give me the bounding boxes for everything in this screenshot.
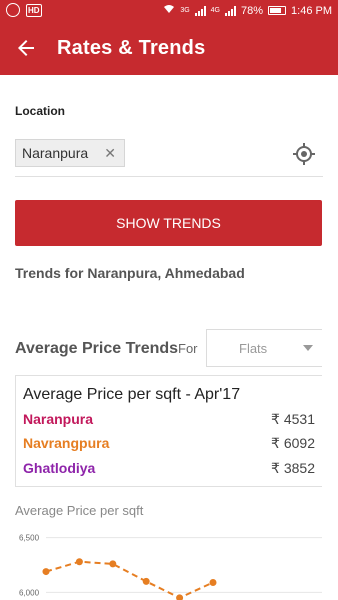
show-trends-button[interactable]: SHOW TRENDS <box>15 200 322 246</box>
clock: 1:46 PM <box>291 4 332 17</box>
y-tick-label: 6,500 <box>19 534 40 543</box>
whatsapp-icon <box>6 3 20 17</box>
app-bar: Rates & Trends <box>0 22 338 75</box>
chevron-down-icon <box>303 345 313 351</box>
locality-price: ₹ 3852 <box>271 460 315 476</box>
network-4g-label: 4G <box>210 7 220 14</box>
battery-icon <box>268 6 287 15</box>
locality-row: Naranpura ₹ 4531 <box>23 411 315 433</box>
status-bar: HD 3G 4G 78% 1:46 PM <box>0 0 338 22</box>
price-trend-chart: 6,500 6,000 <box>19 534 322 600</box>
locality-name: Naranpura <box>23 411 94 427</box>
close-icon[interactable]: ✕ <box>104 145 116 162</box>
location-divider <box>15 176 323 177</box>
locality-name: Navrangpura <box>23 435 110 451</box>
data-point[interactable] <box>142 577 150 585</box>
price-per-sqft-card: Average Price per sqft - Apr'17 Naranpur… <box>15 375 322 487</box>
network-3g-label: 3G <box>180 7 190 14</box>
data-point[interactable] <box>75 558 83 566</box>
card-title: Average Price per sqft - Apr'17 <box>23 386 241 403</box>
hd-icon: HD <box>26 3 42 17</box>
signal-icon <box>194 5 206 16</box>
battery-percent: 78% <box>241 4 264 17</box>
locality-row: Navrangpura ₹ 6092 <box>23 435 315 457</box>
data-point[interactable] <box>42 568 50 576</box>
signal-icon-2 <box>225 5 236 16</box>
location-chip[interactable]: Naranpura ✕ <box>15 139 125 167</box>
wifi-icon <box>163 4 175 17</box>
location-label: Location <box>15 104 65 118</box>
locality-price: ₹ 6092 <box>271 435 315 451</box>
back-arrow-icon[interactable] <box>14 36 38 60</box>
y-tick-label: 6,000 <box>19 588 40 597</box>
property-type-dropdown[interactable]: Flats <box>206 329 322 367</box>
for-label: For <box>178 341 198 356</box>
locality-price: ₹ 4531 <box>271 411 315 427</box>
locality-row: Ghatlodiya ₹ 3852 <box>23 460 315 482</box>
data-point[interactable] <box>209 579 217 586</box>
gps-target-icon[interactable] <box>292 142 316 166</box>
trends-for-heading: Trends for Naranpura, Ahmedabad <box>15 265 245 281</box>
page-title: Rates & Trends <box>57 37 206 59</box>
data-point[interactable] <box>176 594 184 600</box>
locality-name: Ghatlodiya <box>23 460 96 476</box>
average-price-trends-title: Average Price Trends <box>15 340 179 357</box>
property-type-value: Flats <box>239 341 268 356</box>
chart-label: Average Price per sqft <box>15 503 144 518</box>
data-point[interactable] <box>109 560 117 568</box>
location-chip-label: Naranpura <box>22 145 89 161</box>
